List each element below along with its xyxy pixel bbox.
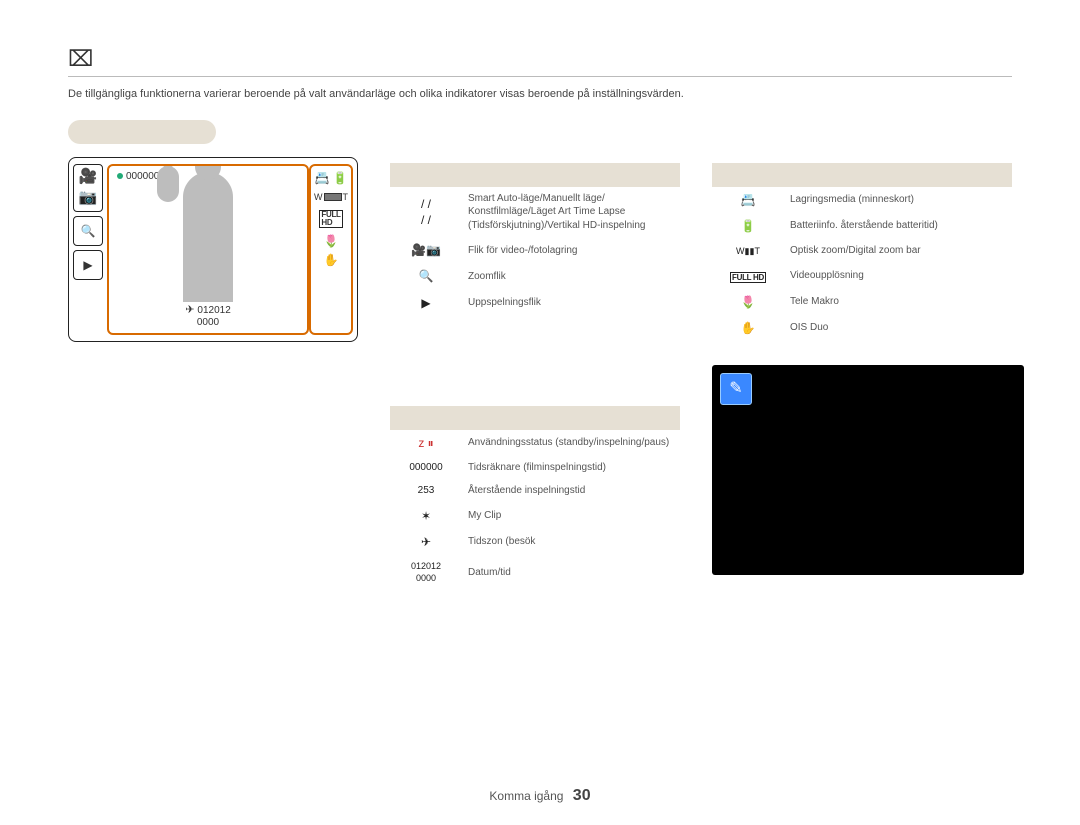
battery-icon: 🔋 xyxy=(333,172,348,184)
capture-mode-tab: 🎥 📷 xyxy=(73,164,103,212)
ois-icon: ✋ xyxy=(324,254,339,266)
r-row6-icon: ✋ xyxy=(712,315,784,341)
magnifier-icon: 🔍 xyxy=(81,223,96,239)
time-label: 0000 xyxy=(185,317,231,329)
row2-icon: 🎥📷 xyxy=(390,237,462,263)
status-strip: 📇🔋 WT FULLHD 🌷 ✋ xyxy=(309,164,353,335)
r-row5-desc: Tele Makro xyxy=(784,289,1012,315)
date-label: 012012 xyxy=(197,305,230,316)
row1-icon: / / / / xyxy=(390,187,462,238)
c-row5-desc: Tidszon (besök xyxy=(462,529,680,555)
datetime-overlay: ✈012012 0000 xyxy=(185,304,231,329)
c-row6-desc: Datum/tid xyxy=(462,555,680,589)
footer-page: 30 xyxy=(573,787,591,804)
c-row1-icon: z ⏸ xyxy=(390,430,462,456)
zoom-tab: 🔍 xyxy=(73,216,103,246)
macro-icon: 🌷 xyxy=(324,235,339,247)
play-icon: ▶ xyxy=(83,257,92,273)
r-row6-desc: OIS Duo xyxy=(784,315,1012,341)
timezone-icon: ✈ xyxy=(185,304,194,316)
photo-icon: 📷 xyxy=(79,188,98,208)
r-row4-icon: FULL HD xyxy=(712,263,784,289)
rec-time: 000000 xyxy=(126,171,159,182)
playback-tab: ▶ xyxy=(73,250,103,280)
legend-table-left: / / / /Smart Auto-läge/Manuellt läge/ Ko… xyxy=(390,163,680,316)
resolution-icon: FULLHD xyxy=(319,210,342,228)
r-row3-icon: W▮▮T xyxy=(712,239,784,263)
r-row2-icon: 🔋 xyxy=(712,213,784,239)
legend-table-right: 📇Lagringsmedia (minneskort) 🔋Batteriinfo… xyxy=(712,163,1012,341)
preview-overlay-icon: ✎ xyxy=(720,373,752,405)
rec-dot-icon xyxy=(117,173,123,179)
black-preview-panel: ✎ xyxy=(712,365,1024,575)
section-pill xyxy=(68,120,216,144)
c-row4-icon: ✶ xyxy=(390,503,462,529)
page-header-icon: ⌧ xyxy=(68,48,1012,70)
r-row1-desc: Lagringsmedia (minneskort) xyxy=(784,187,1012,213)
row1-desc: Smart Auto-läge/Manuellt läge/ Konstfilm… xyxy=(462,187,680,238)
r-row1-icon: 📇 xyxy=(712,187,784,213)
page-footer: Komma igång 30 xyxy=(0,785,1080,807)
zoom-bar-icon: WT xyxy=(314,191,348,203)
c-row2-desc: Tidsräknare (filminspelningstid) xyxy=(462,456,680,480)
r-row2-desc: Batteriinfo. återstående batteritid) xyxy=(784,213,1012,239)
r-row4-desc: Videoupplösning xyxy=(784,263,1012,289)
c-row3-desc: Återstående inspelningstid xyxy=(462,479,680,503)
subject-silhouette xyxy=(183,172,233,302)
c-row4-desc: My Clip xyxy=(462,503,680,529)
video-icon: 🎥 xyxy=(79,167,98,187)
camera-screen-diagram: 🎥 📷 🔍 ▶ 000000253 ✈012012 0000 xyxy=(68,157,358,342)
row4-icon: ▶ xyxy=(390,290,462,316)
preview-area: 000000253 ✈012012 0000 xyxy=(107,164,309,335)
c-row2-icon: 000000 xyxy=(390,456,462,480)
row3-desc: Zoomflik xyxy=(462,263,680,289)
legend-table-center: z ⏸Användningsstatus (standby/inspelning… xyxy=(390,406,680,590)
c-row3-icon: 253 xyxy=(390,479,462,503)
r-row5-icon: 🌷 xyxy=(712,289,784,315)
r-row3-desc: Optisk zoom/Digital zoom bar xyxy=(784,239,1012,263)
divider xyxy=(68,76,1012,77)
intro-paragraph: De tillgängliga funktionerna varierar be… xyxy=(68,87,1012,102)
card-icon: 📇 xyxy=(315,172,330,184)
footer-section: Komma igång xyxy=(489,789,563,803)
c-row6-icon: 012012 0000 xyxy=(390,555,462,589)
row2-desc: Flik för video-/fotolagring xyxy=(462,237,680,263)
c-row1-desc: Användningsstatus (standby/inspelning/pa… xyxy=(462,430,680,456)
row4-desc: Uppspelningsflik xyxy=(462,290,680,316)
c-row5-icon: ✈ xyxy=(390,529,462,555)
row3-icon: 🔍 xyxy=(390,263,462,289)
